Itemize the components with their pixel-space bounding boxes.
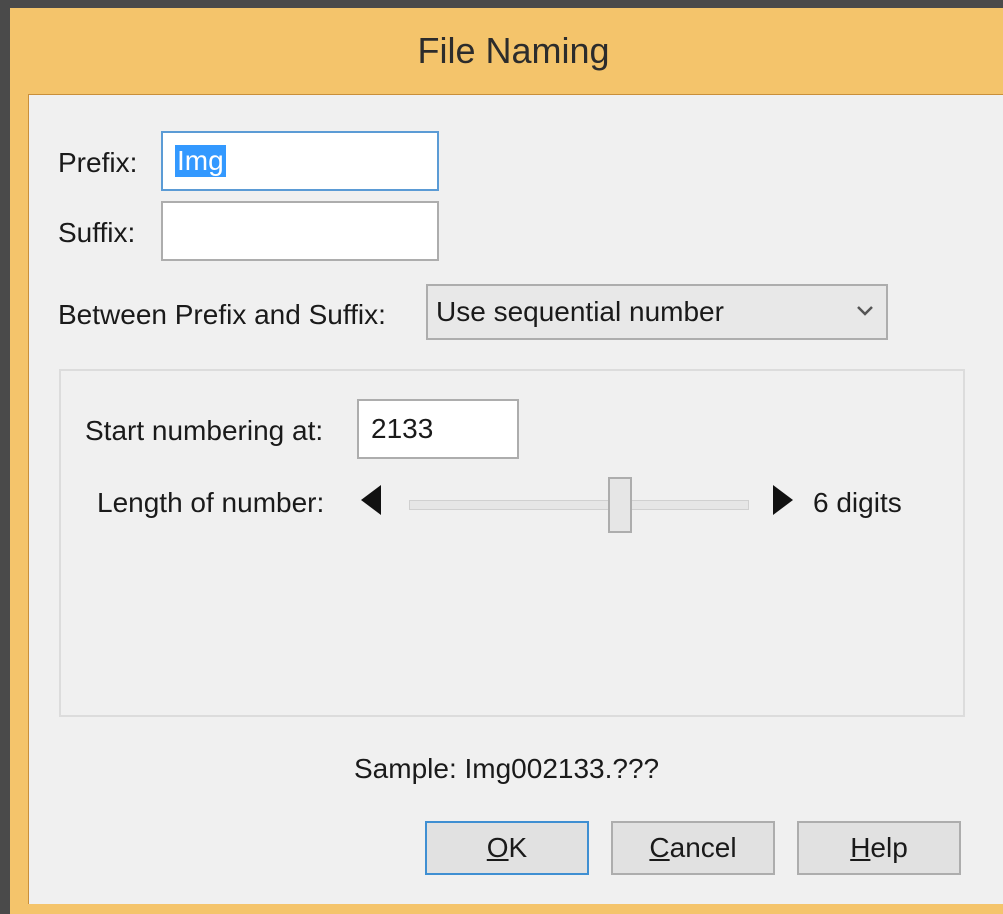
length-slider-track[interactable] xyxy=(409,500,749,510)
dialog-title: File Naming xyxy=(417,30,610,71)
sample-filename-text: Sample: Img002133.??? xyxy=(354,753,660,784)
file-naming-dialog: File Naming Prefix: Img Suffix: Between … xyxy=(10,8,1003,914)
length-value-text: 6 digits xyxy=(813,487,902,518)
between-select-value: Use sequential number xyxy=(436,296,724,327)
prefix-input-value: Img xyxy=(175,145,226,177)
title-bar[interactable]: File Naming xyxy=(10,8,1003,94)
cancel-button[interactable]: Cancel xyxy=(611,821,775,875)
length-of-number-label: Length of number: xyxy=(97,487,325,518)
between-label: Between Prefix and Suffix: xyxy=(58,299,386,330)
between-select[interactable]: Use sequential number xyxy=(426,284,888,340)
dialog-body: Prefix: Img Suffix: Between Prefix and S… xyxy=(28,94,1003,904)
chevron-down-icon xyxy=(857,306,873,316)
length-slider-thumb[interactable] xyxy=(607,477,632,533)
cancel-mnemonic: C xyxy=(649,832,670,863)
suffix-input[interactable] xyxy=(161,201,439,261)
start-numbering-input[interactable]: 2133 xyxy=(357,399,519,459)
cancel-label-rest: ancel xyxy=(669,832,737,863)
help-mnemonic: H xyxy=(850,832,871,863)
help-label-rest: elp xyxy=(870,832,908,863)
help-button[interactable]: Help xyxy=(797,821,961,875)
start-numbering-label: Start numbering at: xyxy=(85,415,324,446)
ok-button[interactable]: OK xyxy=(425,821,589,875)
increase-length-arrow-icon[interactable] xyxy=(771,483,795,517)
ok-label-rest: K xyxy=(508,832,528,863)
suffix-label: Suffix: xyxy=(58,217,136,248)
start-numbering-value: 2133 xyxy=(371,413,434,444)
prefix-input[interactable]: Img xyxy=(161,131,439,191)
ok-mnemonic: O xyxy=(486,832,509,863)
decrease-length-arrow-icon[interactable] xyxy=(359,483,383,517)
prefix-label: Prefix: xyxy=(58,147,138,178)
